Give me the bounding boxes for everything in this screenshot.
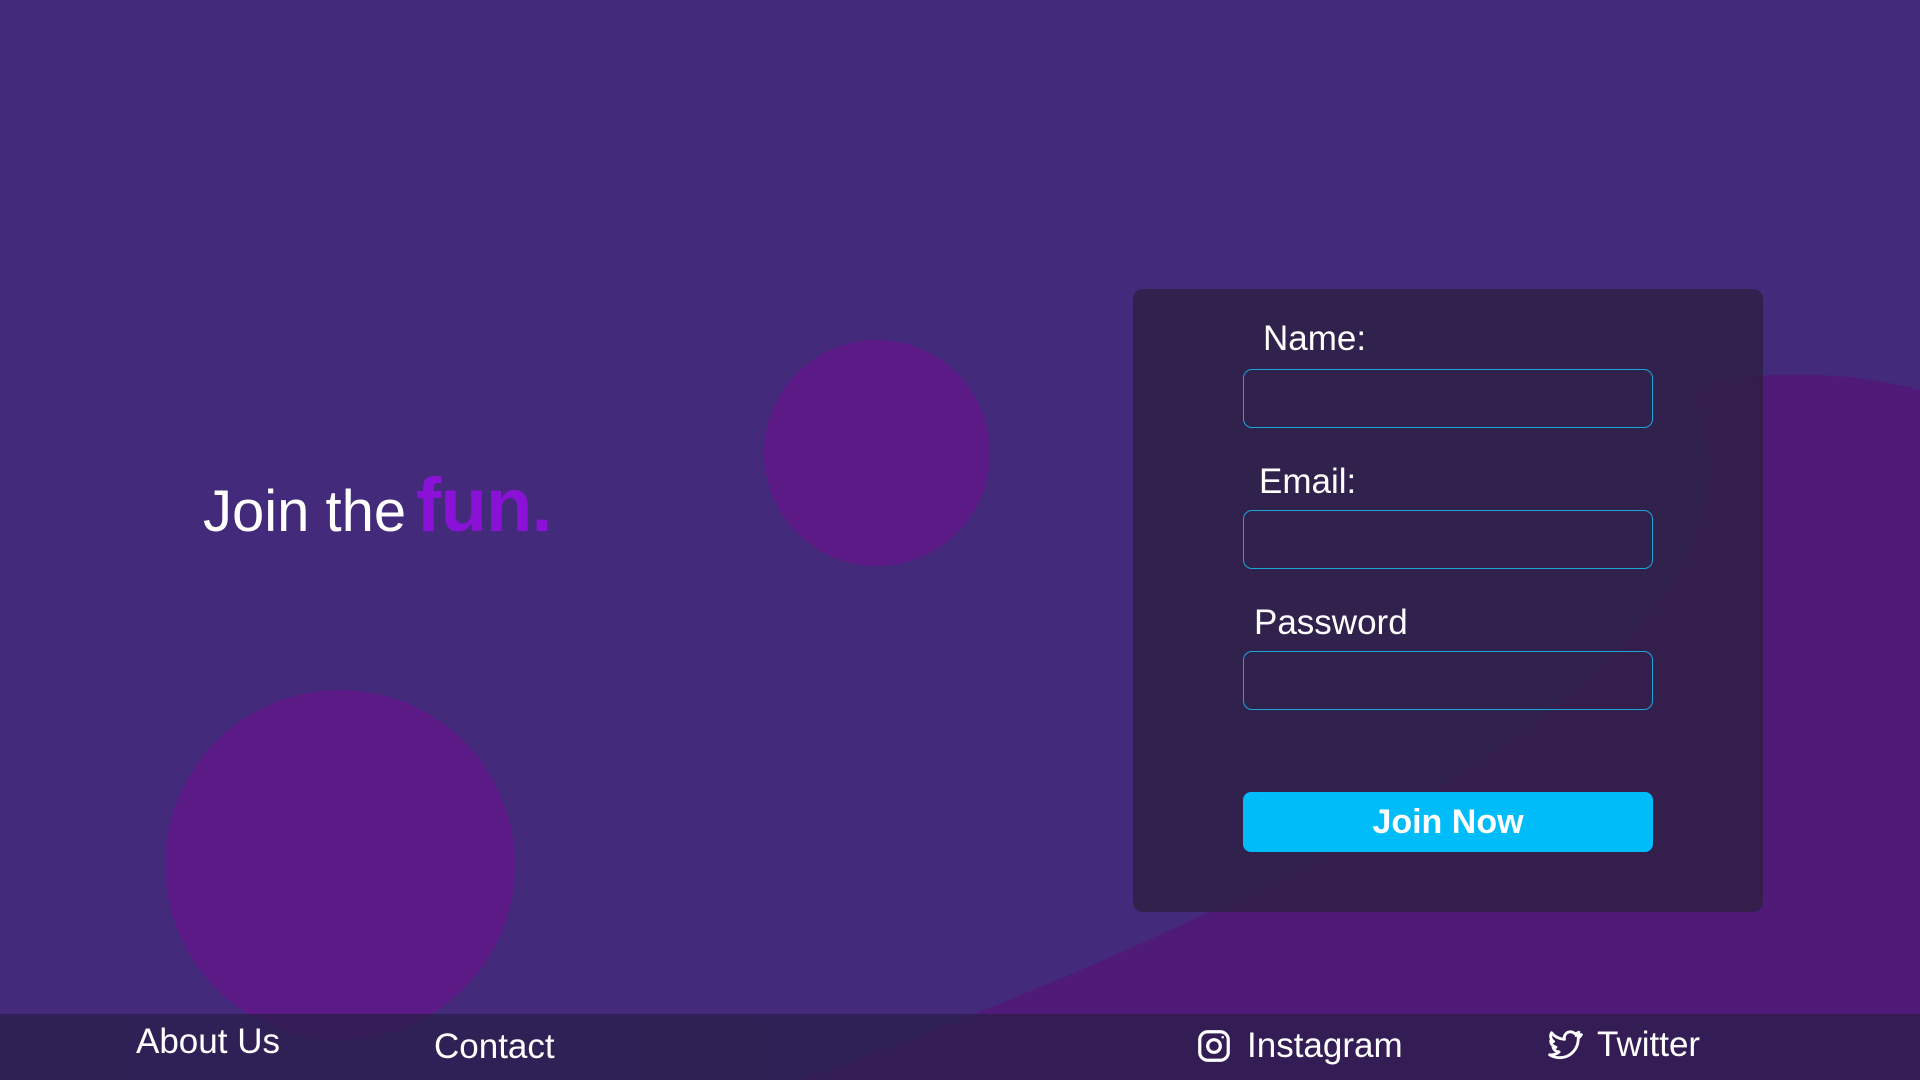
about-us-link[interactable]: About Us [136,1022,280,1062]
headline-lead-text: Join the [203,479,407,544]
password-label: Password [1254,603,1408,642]
name-input[interactable] [1243,369,1653,428]
join-now-button[interactable]: Join Now [1243,792,1653,852]
instagram-link[interactable]: Instagram [1195,1026,1403,1066]
decorative-circle-small [764,340,990,566]
twitter-label: Twitter [1597,1025,1701,1064]
decorative-circle-large [165,690,515,1040]
twitter-icon [1548,1030,1583,1060]
footer-bar: About Us Contact Instagram Twitter [0,1014,1920,1080]
email-label: Email: [1259,462,1357,501]
headline-accent-text: fun. [416,463,552,548]
name-label: Name: [1263,319,1367,358]
instagram-icon [1198,1030,1230,1062]
twitter-link[interactable]: Twitter [1545,1025,1700,1065]
hero-headline: Join the fun. [203,462,552,549]
email-input[interactable] [1243,510,1653,569]
signup-form-card: Name: Email: Password Join Now [1133,289,1763,912]
contact-link[interactable]: Contact [434,1027,555,1067]
signup-page: Join the fun. Name: Email: Password Join… [0,0,1920,1080]
instagram-label: Instagram [1247,1026,1403,1065]
password-input[interactable] [1243,651,1653,710]
